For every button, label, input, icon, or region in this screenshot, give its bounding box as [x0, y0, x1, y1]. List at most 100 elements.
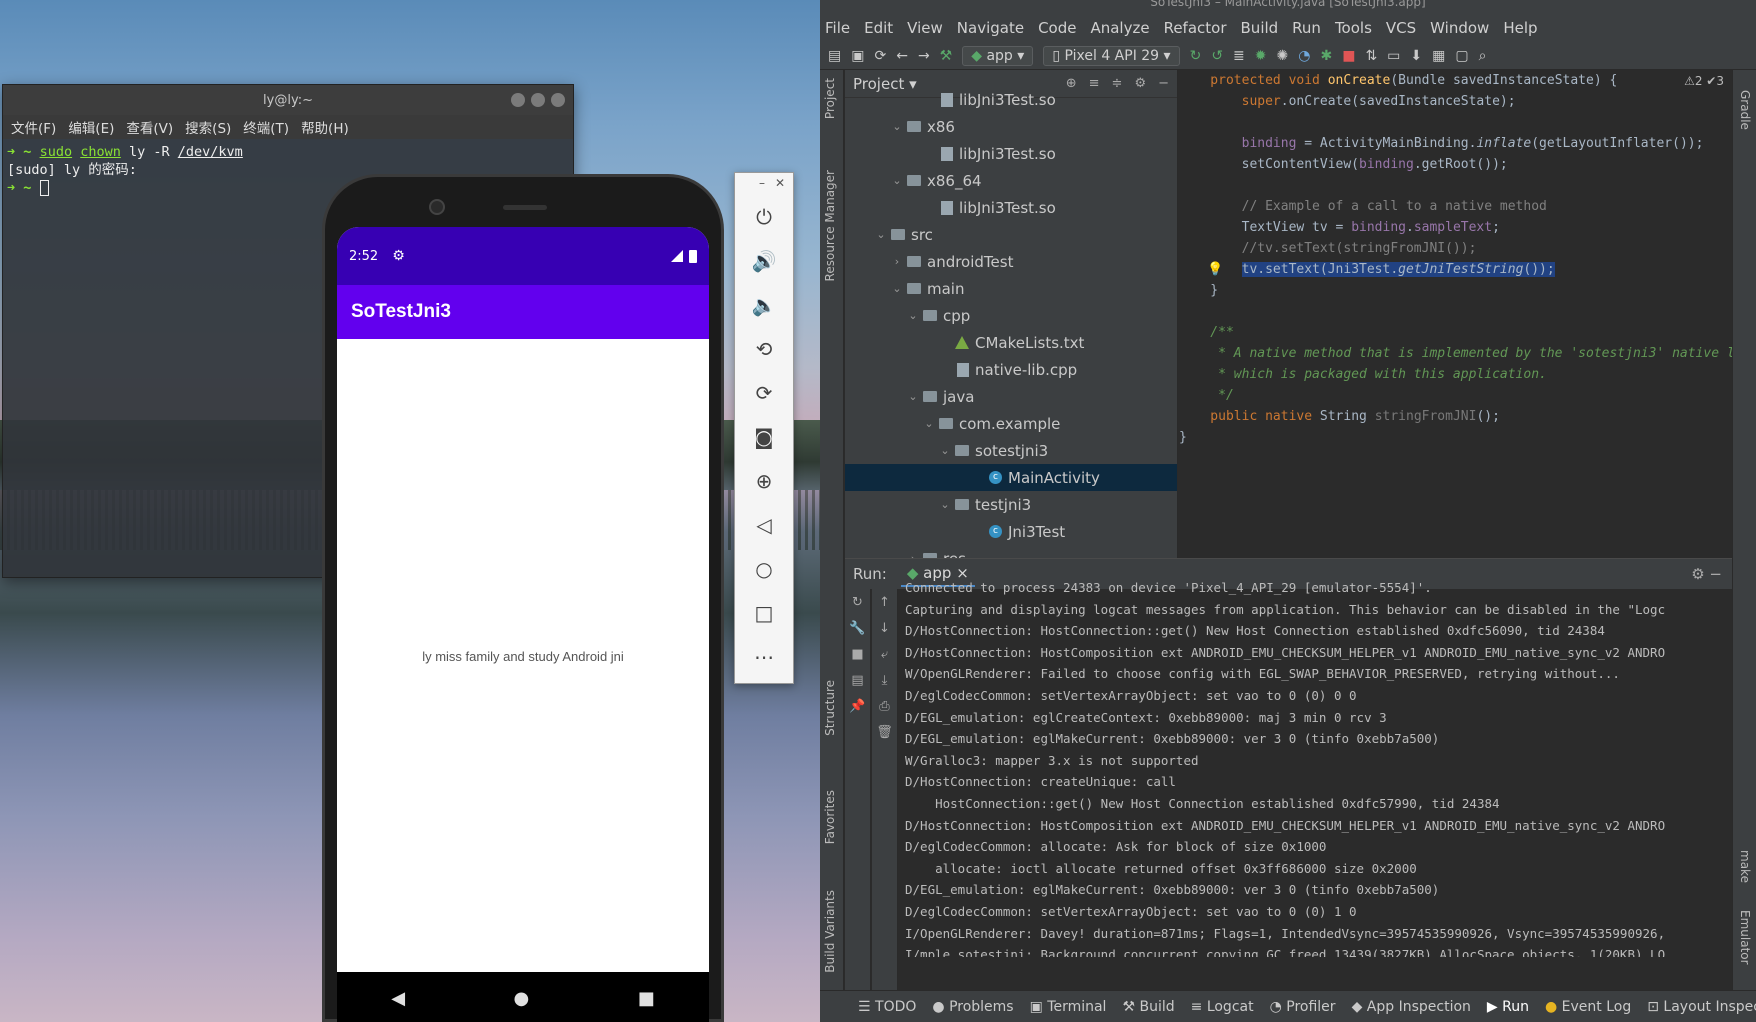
tab-run[interactable]: ▶ Run [1487, 999, 1529, 1015]
tree-item[interactable]: ⌄ sotestjni3 [845, 437, 1177, 464]
stripe-build-variants[interactable]: Build Variants [823, 890, 837, 973]
stripe-project[interactable]: Project [823, 78, 837, 119]
volume-up-icon[interactable]: 🔊 [735, 239, 793, 283]
hide-icon[interactable]: − [1158, 76, 1169, 91]
stripe-favorites[interactable]: Favorites [823, 790, 837, 844]
back-icon[interactable]: ◀ [391, 988, 405, 1009]
tab-todo[interactable]: ☰ TODO [858, 999, 916, 1015]
sdk-manager-icon[interactable]: ⬇ [1410, 48, 1422, 64]
stop-icon[interactable]: ■ [845, 641, 870, 667]
menu-build[interactable]: Build [1241, 19, 1279, 37]
tree-item[interactable]: CMakeLists.txt [845, 329, 1177, 356]
rerun-icon[interactable]: ↻ [845, 589, 870, 615]
menu-vcs[interactable]: VCS [1386, 19, 1416, 37]
tree-item[interactable]: libJni3Test.so [845, 194, 1177, 221]
menu-file[interactable]: File [825, 19, 850, 37]
apply-code-icon[interactable]: ≣ [1233, 48, 1245, 64]
more-icon[interactable]: ⋯ [735, 635, 793, 679]
stripe-resource-manager[interactable]: Resource Manager [823, 170, 837, 281]
tab-terminal[interactable]: ▣ Terminal [1030, 999, 1107, 1015]
project-view-select[interactable]: Project ▾ [853, 75, 917, 93]
rotate-right-icon[interactable]: ⟳ [735, 371, 793, 415]
menu-help[interactable]: Help [1503, 19, 1537, 37]
scroll-to-end-icon[interactable]: ⤓ [872, 667, 897, 693]
menu-view[interactable]: 查看(V) [126, 117, 173, 137]
chevron-down-icon[interactable]: ⌄ [889, 174, 905, 187]
minimize-icon[interactable]: – [759, 176, 765, 192]
stripe-structure[interactable]: Structure [823, 680, 837, 736]
close-button[interactable] [551, 93, 565, 107]
stripe-emulator[interactable]: Emulator [1738, 910, 1752, 965]
phone-display[interactable]: 2:52 ⚙ SoTestJni3 ly miss family and stu… [337, 227, 709, 972]
tab-build[interactable]: ⚒ Build [1122, 999, 1174, 1015]
chevron-down-icon[interactable]: ⌄ [937, 444, 953, 457]
lightbulb-icon[interactable]: 💡 [1207, 259, 1223, 280]
tree-item[interactable]: libJni3Test.so [845, 140, 1177, 167]
print-icon[interactable]: ⎙ [872, 693, 897, 719]
tree-item[interactable]: native-lib.cpp [845, 356, 1177, 383]
sync-icon[interactable]: ⟳ [874, 48, 886, 64]
menu-terminal[interactable]: 终端(T) [243, 117, 289, 137]
chevron-down-icon[interactable]: ⌄ [873, 228, 889, 241]
stop-icon[interactable]: ■ [1342, 48, 1355, 64]
tree-item[interactable]: c MainActivity [845, 464, 1177, 491]
chevron-down-icon[interactable]: ⌄ [889, 120, 905, 133]
apply-changes-icon[interactable]: ↺ [1211, 48, 1223, 64]
forward-icon[interactable]: → [918, 48, 930, 64]
layout-icon[interactable]: ▢ [1455, 48, 1468, 64]
tree-item[interactable]: c Jni3Test [845, 518, 1177, 545]
tree-item[interactable]: ⌄ main [845, 275, 1177, 302]
menu-edit[interactable]: Edit [864, 19, 893, 37]
tree-item[interactable]: ⌄ cpp [845, 302, 1177, 329]
menu-search[interactable]: 搜索(S) [185, 117, 231, 137]
open-icon[interactable]: ▤ [828, 48, 841, 64]
home-icon[interactable]: ○ [735, 547, 793, 591]
gear-icon[interactable]: ⚙ [1134, 76, 1146, 91]
expand-all-icon[interactable]: ≡ [1089, 76, 1100, 91]
tree-item[interactable]: ⌄ com.example [845, 410, 1177, 437]
menu-edit[interactable]: 编辑(E) [68, 117, 114, 137]
chevron-down-icon[interactable]: ⌄ [905, 390, 921, 403]
terminal-titlebar[interactable]: ly@ly:~ [3, 85, 573, 115]
chevron-down-icon[interactable]: ⌄ [889, 282, 905, 295]
zoom-icon[interactable]: ⊕ [735, 459, 793, 503]
tab-event-log[interactable]: ● Event Log [1545, 999, 1631, 1015]
build-hammer-icon[interactable]: ⚒ [940, 48, 953, 64]
down-icon[interactable]: ↓ [872, 615, 897, 641]
attach-icon[interactable]: ✱ [1320, 48, 1332, 64]
chevron-down-icon[interactable]: ⌄ [937, 498, 953, 511]
tree-item[interactable]: ⌄ java [845, 383, 1177, 410]
attach-debugger-icon[interactable]: ✺ [1277, 48, 1289, 64]
menu-run[interactable]: Run [1292, 19, 1321, 37]
back-icon[interactable]: ◁ [735, 503, 793, 547]
close-icon[interactable]: ✕ [775, 176, 785, 192]
up-icon[interactable]: ↑ [872, 589, 897, 615]
stripe-make[interactable]: make [1738, 850, 1752, 883]
wrench-icon[interactable]: 🔧 [845, 615, 870, 641]
maximize-button[interactable] [531, 93, 545, 107]
menu-help[interactable]: 帮助(H) [301, 117, 349, 137]
back-icon[interactable]: ← [896, 48, 908, 64]
tree-item[interactable]: ›res [845, 545, 1177, 558]
profile-icon[interactable]: ◔ [1298, 48, 1310, 64]
menu-navigate[interactable]: Navigate [957, 19, 1024, 37]
tree-item[interactable]: › androidTest [845, 248, 1177, 275]
run-log-output[interactable]: Connected to process 24383 on device 'Pi… [905, 577, 1732, 957]
search-icon[interactable]: ⌕ [1479, 48, 1487, 64]
menu-tools[interactable]: Tools [1335, 19, 1372, 37]
tree-item[interactable]: ⌄ x86 [845, 113, 1177, 140]
chevron-right-icon[interactable]: › [889, 255, 905, 268]
camera-screenshot-icon[interactable]: ◙ [735, 415, 793, 459]
avd-manager-icon[interactable]: ▭ [1387, 48, 1400, 64]
layout-icon[interactable]: ▤ [845, 667, 870, 693]
locate-icon[interactable]: ⊕ [1066, 76, 1077, 91]
volume-down-icon[interactable]: 🔈 [735, 283, 793, 327]
tree-item[interactable]: ⌄ testjni3 [845, 491, 1177, 518]
tab-app-inspection[interactable]: ◆ App Inspection [1352, 999, 1471, 1015]
menu-refactor[interactable]: Refactor [1164, 19, 1227, 37]
pin-icon[interactable]: 📌 [845, 693, 870, 719]
rerun-icon[interactable]: ↻ [1190, 48, 1202, 64]
chevron-down-icon[interactable]: ⌄ [905, 309, 921, 322]
project-structure-icon[interactable]: ▦ [1432, 48, 1445, 64]
soft-wrap-icon[interactable]: ⤶ [872, 641, 897, 667]
